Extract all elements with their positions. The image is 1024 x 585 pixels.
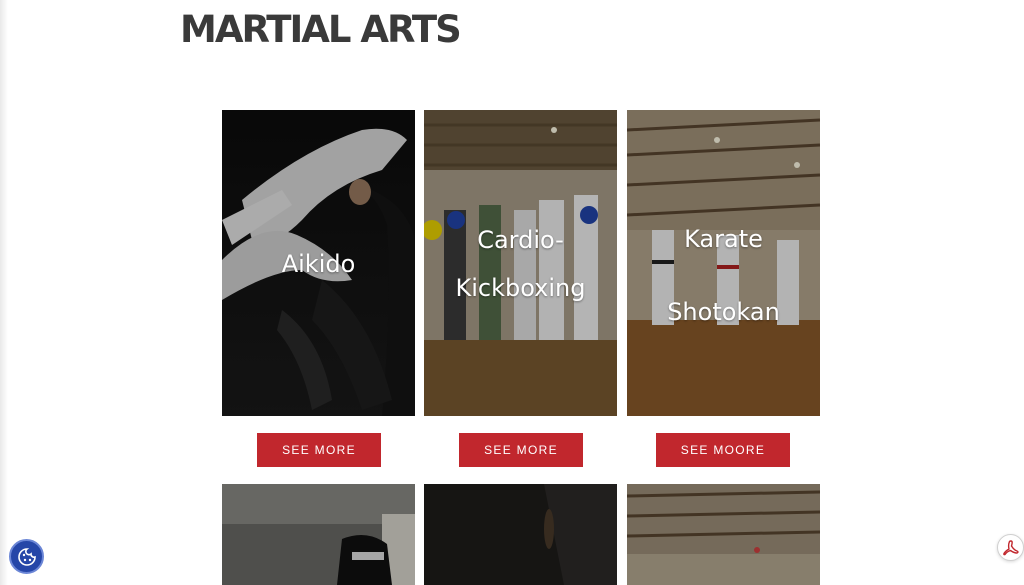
pdf-icon xyxy=(1002,539,1019,555)
card-label-line: Shotokan xyxy=(667,298,780,326)
card-label-line: Cardio- xyxy=(477,226,564,254)
page-title: MARTIAL ARTS xyxy=(180,8,462,51)
pdf-button[interactable] xyxy=(997,534,1024,561)
card-row2-3[interactable] xyxy=(627,484,820,585)
card-row2-1[interactable] xyxy=(222,484,415,585)
card-label-line: Kickboxing xyxy=(455,274,586,302)
page-left-edge xyxy=(0,0,8,585)
card-row2-2[interactable] xyxy=(424,484,617,585)
see-more-button-karate-shotokan[interactable]: SEE MOORE xyxy=(656,433,790,467)
see-more-button-aikido[interactable]: SEE MORE xyxy=(257,433,381,467)
card-label-karate-shotokan: Karate Shotokan xyxy=(627,203,820,349)
card-aikido[interactable]: Aikido xyxy=(222,110,415,416)
card-label-line: Aikido xyxy=(281,250,356,278)
card-karate-shotokan[interactable]: Karate Shotokan xyxy=(627,110,820,416)
card-row2-3-photo xyxy=(627,484,820,585)
see-more-button-cardio-kickboxing[interactable]: SEE MORE xyxy=(459,433,583,467)
card-label-cardio-kickboxing: Cardio- Kickboxing xyxy=(424,216,617,312)
card-label-line: Karate xyxy=(684,225,763,253)
card-row2-1-photo xyxy=(222,484,415,585)
cookie-settings-button[interactable] xyxy=(9,539,44,574)
card-label-aikido: Aikido xyxy=(222,240,415,288)
card-cardio-kickboxing[interactable]: Cardio- Kickboxing xyxy=(424,110,617,416)
card-row2-2-photo xyxy=(424,484,617,585)
cookie-icon xyxy=(17,547,36,566)
